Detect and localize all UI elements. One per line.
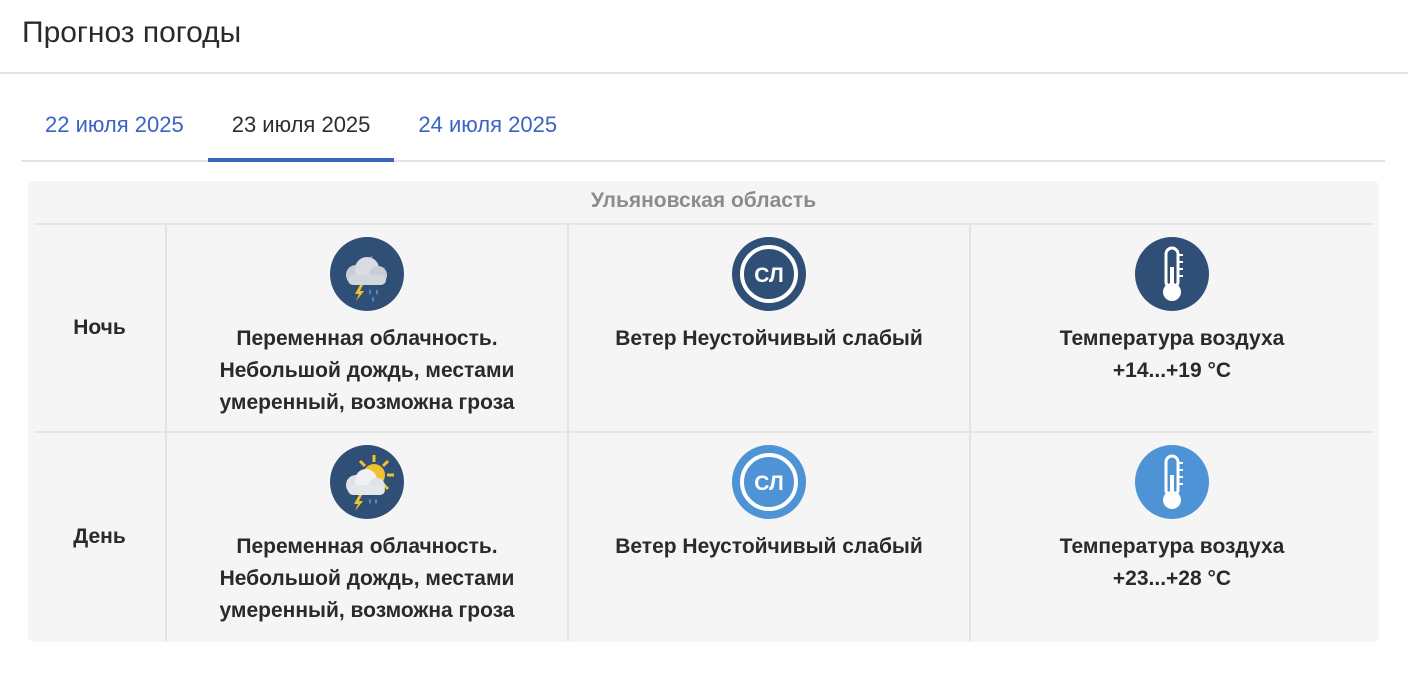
thermometer-icon	[1135, 445, 1209, 519]
night-wind-text: Ветер Неустойчивый слабый	[615, 327, 923, 350]
day-condition-cell: Переменная облачность. Небольшой дождь, …	[167, 433, 569, 641]
night-temperature-cell: Температура воздуха +14...+19 °C	[971, 225, 1373, 433]
wind-direction-icon: СЛ	[732, 445, 806, 519]
page-title: Прогноз погоды	[22, 16, 242, 49]
night-wind-cell: СЛ Ветер Неустойчивый слабый	[569, 225, 971, 433]
day-wind-text: Ветер Неустойчивый слабый	[615, 535, 923, 558]
row-label-day: День	[34, 433, 167, 641]
page-header: Прогноз погоды	[0, 0, 1408, 74]
night-cloud-rain-thunder-icon	[330, 237, 404, 311]
tab-date-22[interactable]: 22 июля 2025	[21, 96, 208, 160]
weather-forecast-page: Прогноз погоды 22 июля 2025 23 июля 2025…	[0, 0, 1420, 676]
forecast-grid: Ночь Переменная облачность. Небольшой до…	[34, 225, 1373, 641]
tab-date-23[interactable]: 23 июля 2025	[207, 96, 395, 162]
day-wind-icon-text: СЛ	[754, 472, 783, 495]
day-temperature-text: Температура воздуха +23...+28 °C	[987, 531, 1357, 595]
forecast-card: Ульяновская область Ночь Переменная обла…	[28, 181, 1379, 642]
date-tabs: 22 июля 2025 23 июля 2025 24 июля 2025	[21, 96, 1385, 162]
wind-direction-icon: СЛ	[732, 237, 806, 311]
night-temperature-text: Температура воздуха +14...+19 °C	[987, 323, 1357, 387]
night-temperature-value: +14...+19 °C	[1112, 359, 1232, 382]
day-temperature-label: Температура воздуха	[1059, 535, 1285, 558]
day-condition-text: Переменная облачность. Небольшой дождь, …	[219, 535, 515, 622]
day-wind-cell: СЛ Ветер Неустойчивый слабый	[569, 433, 971, 641]
night-temperature-label: Температура воздуха	[1059, 327, 1285, 350]
night-condition-text: Переменная облачность. Небольшой дождь, …	[219, 327, 515, 414]
day-temperature-cell: Температура воздуха +23...+28 °C	[971, 433, 1373, 641]
night-wind-icon-text: СЛ	[754, 264, 783, 287]
thermometer-icon	[1135, 237, 1209, 311]
night-condition-cell: Переменная облачность. Небольшой дождь, …	[167, 225, 569, 433]
day-temperature-value: +23...+28 °C	[1112, 567, 1232, 590]
sun-cloud-rain-thunder-icon	[330, 445, 404, 519]
region-header: Ульяновская область	[34, 181, 1373, 225]
tab-date-24[interactable]: 24 июля 2025	[394, 96, 581, 160]
row-label-night: Ночь	[34, 225, 167, 433]
